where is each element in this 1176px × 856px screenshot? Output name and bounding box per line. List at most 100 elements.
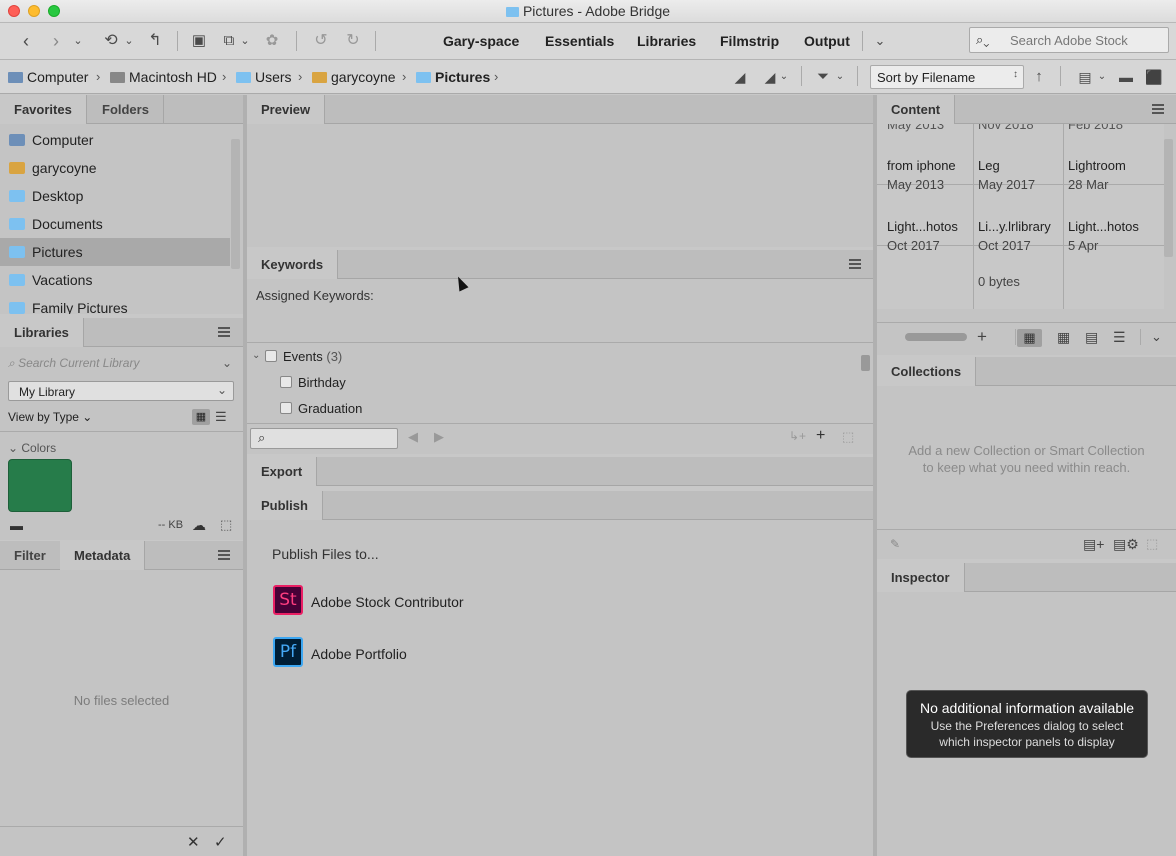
refine-icon[interactable]: ⧉ — [218, 30, 240, 52]
previous-keyword-icon[interactable]: ◀ — [408, 429, 418, 445]
tab-inspector[interactable]: Inspector — [877, 563, 965, 592]
chevron-down-icon[interactable]: ⌄ — [122, 30, 136, 52]
zoom-in-icon[interactable]: + — [977, 327, 987, 347]
grid-view-icon[interactable]: ▦ — [192, 409, 210, 425]
favorite-item-computer[interactable]: Computer — [0, 126, 230, 154]
tab-export[interactable]: Export — [247, 457, 318, 486]
adobe-portfolio-link[interactable]: Adobe Portfolio — [311, 646, 407, 662]
keyword-birthday[interactable]: Birthday — [298, 375, 346, 390]
keyword-search-input[interactable]: ⌕ — [250, 428, 398, 449]
breadcrumb-garycoyne[interactable]: garycoyne — [312, 69, 396, 85]
new-collection-icon[interactable]: ▤+ — [1083, 536, 1104, 553]
return-to-photoshop-icon[interactable]: ↰ — [146, 30, 164, 52]
library-search-input[interactable]: ⌕ Search Current Library — [8, 356, 139, 371]
trash-icon[interactable]: ⬚ — [220, 517, 232, 533]
thumbnail-lightroom-photos-1[interactable]: Light...hotos Oct 2017 — [887, 217, 958, 255]
favorite-item-garycoyne[interactable]: garycoyne — [0, 154, 230, 182]
tab-publish[interactable]: Publish — [247, 491, 323, 520]
thumbnail-from-iphone[interactable]: from iphone May 2013 — [887, 156, 956, 194]
workspace-essentials[interactable]: Essentials — [545, 33, 614, 49]
thumbnail-lightroom[interactable]: Lightroom 28 Mar — [1068, 156, 1126, 194]
new-folder-icon[interactable]: ▬ — [1116, 66, 1136, 88]
colors-section-header[interactable]: ⌄ Colors — [8, 441, 56, 455]
chevron-down-icon[interactable]: ⌄ — [1096, 66, 1108, 88]
camera-import-icon[interactable]: ▣ — [188, 30, 210, 52]
apply-icon[interactable]: ✓ — [214, 833, 227, 851]
favorite-item-family-pictures[interactable]: Family Pictures — [0, 294, 230, 314]
thumbnail-view-icon[interactable]: ▦ — [1057, 329, 1070, 346]
quality-icon[interactable]: ◢ — [730, 66, 750, 88]
panel-menu-icon[interactable] — [218, 550, 230, 560]
keyword-checkbox-events[interactable] — [265, 350, 277, 362]
favorite-item-desktop[interactable]: Desktop — [0, 182, 230, 210]
chevron-down-icon[interactable]: ⌄ — [871, 30, 889, 52]
chevron-down-icon[interactable]: ⌄ — [70, 30, 86, 52]
cloud-icon[interactable]: ☁ — [192, 517, 206, 534]
back-icon[interactable]: ‹ — [16, 30, 36, 52]
library-select[interactable]: My Library ⌄ — [8, 381, 234, 401]
edit-icon[interactable]: ✎ — [890, 537, 900, 551]
folder-icon[interactable]: ▬ — [10, 518, 23, 533]
trash-icon[interactable]: ⬛ — [1144, 66, 1164, 88]
favorites-scrollbar[interactable] — [231, 139, 240, 269]
adobe-stock-contributor-link[interactable]: Adobe Stock Contributor — [311, 594, 464, 610]
workspace-output[interactable]: Output — [804, 33, 850, 49]
thumbnail-leg[interactable]: Leg May 2017 — [978, 156, 1035, 194]
next-keyword-icon[interactable]: ▶ — [434, 429, 444, 445]
breadcrumb-computer[interactable]: Computer — [8, 69, 88, 85]
workspace-libraries[interactable]: Libraries — [637, 33, 696, 49]
chevron-down-icon[interactable]: ⌄ — [238, 30, 252, 52]
tab-folders[interactable]: Folders — [88, 95, 164, 124]
keyword-checkbox-graduation[interactable] — [280, 402, 292, 414]
panel-menu-icon[interactable] — [218, 327, 230, 337]
tab-collections[interactable]: Collections — [877, 357, 977, 386]
tab-favorites[interactable]: Favorites — [0, 95, 87, 124]
chevron-down-icon[interactable]: ⌄ — [778, 66, 790, 88]
breadcrumb-pictures[interactable]: Pictures — [416, 69, 490, 85]
thumbnail-lightroom-photos-2[interactable]: Light...hotos 5 Apr — [1068, 217, 1139, 255]
rotate-left-icon[interactable]: ↺ — [310, 30, 332, 52]
breadcrumb-macintosh-hd[interactable]: Macintosh HD — [110, 69, 217, 85]
tab-libraries[interactable]: Libraries — [0, 318, 84, 347]
camera-raw-icon[interactable]: ✿ — [262, 30, 282, 52]
chevron-down-icon[interactable]: ⌄ — [1151, 329, 1162, 345]
tab-metadata[interactable]: Metadata — [60, 541, 146, 570]
tab-content[interactable]: Content — [877, 95, 956, 124]
keyword-group-events[interactable]: Events (3) — [283, 349, 342, 364]
list-view-icon[interactable]: ☰ — [1113, 329, 1126, 346]
keyword-graduation[interactable]: Graduation — [298, 401, 362, 416]
rotate-right-icon[interactable]: ↻ — [342, 30, 364, 52]
thumbnail-size-slider[interactable] — [905, 333, 967, 341]
grid-lock-icon[interactable]: ▦ — [1017, 329, 1042, 347]
panel-menu-icon[interactable] — [849, 259, 861, 269]
stock-search-input[interactable]: ⌕⌄ Search Adobe Stock — [969, 27, 1169, 53]
sort-ascending-icon[interactable]: ↑ — [1030, 66, 1048, 88]
trash-icon[interactable]: ⬚ — [842, 429, 854, 445]
trash-icon[interactable]: ⬚ — [1146, 536, 1158, 552]
chevron-down-icon[interactable]: ⌄ — [252, 350, 260, 361]
filter-icon[interactable]: ⏷ — [812, 66, 834, 88]
keyword-checkbox-birthday[interactable] — [280, 376, 292, 388]
sort-select[interactable]: Sort by Filename ↕ — [870, 65, 1024, 89]
new-smart-collection-icon[interactable]: ▤⚙ — [1113, 536, 1139, 553]
cancel-icon[interactable]: ✕ — [187, 833, 200, 851]
breadcrumb-users[interactable]: Users — [236, 69, 292, 85]
panel-menu-icon[interactable] — [1152, 104, 1164, 114]
new-subkeyword-icon[interactable]: ↳+ — [789, 429, 806, 443]
details-view-icon[interactable]: ▤ — [1085, 329, 1098, 346]
new-keyword-icon[interactable]: + — [816, 427, 825, 445]
chevron-down-icon[interactable]: ⌄ — [222, 356, 232, 370]
keywords-scrollbar[interactable] — [861, 355, 870, 371]
favorite-item-pictures[interactable]: Pictures — [0, 238, 230, 266]
tab-filter[interactable]: Filter — [0, 541, 61, 570]
workspace-gary-space[interactable]: Gary-space — [443, 33, 519, 49]
workspace-filmstrip[interactable]: Filmstrip — [720, 33, 779, 49]
thumbnail-lrlibrary[interactable]: Li...y.lrlibrary Oct 2017 — [978, 217, 1051, 255]
list-view-icon[interactable]: ☰ — [215, 409, 227, 425]
chevron-down-icon[interactable]: ⌄ — [834, 66, 846, 88]
favorite-item-vacations[interactable]: Vacations — [0, 266, 230, 294]
view-by-type-select[interactable]: View by Type ⌄ — [8, 410, 92, 424]
content-scrollbar[interactable] — [1164, 139, 1173, 257]
recent-history-icon[interactable]: ⟲ — [100, 30, 122, 52]
recent-folder-icon[interactable]: ▤ — [1074, 66, 1096, 88]
